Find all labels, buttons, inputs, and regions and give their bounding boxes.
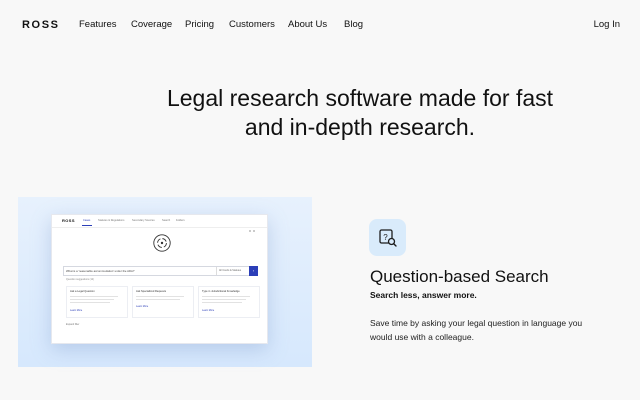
hero-title-line-2: and in-depth research. — [244, 114, 476, 140]
mock-card-link: Learn More — [70, 309, 83, 312]
nav-blog[interactable]: Blog — [344, 19, 363, 30]
feature-subtitle: Search less, answer more. — [370, 290, 477, 300]
mock-filter: All Courts & Statutes — [216, 267, 248, 275]
hero-title-line-1: Legal research software made for fast — [166, 85, 554, 111]
nav-about-us[interactable]: About Us — [288, 19, 327, 30]
mock-card-title: Ask Specialized Requests — [136, 290, 166, 293]
logo[interactable]: ROSS — [22, 19, 60, 31]
mock-card-title: Type in Jurisdictional Knowledge — [202, 290, 240, 293]
mock-search-query: What is a 'reasonable accommodation' und… — [66, 268, 135, 273]
question-search-icon-glyph: ? — [379, 229, 397, 247]
mock-tab-statutes: Statutes & Regulations — [98, 218, 125, 222]
mock-topbar: ROSS Cases Statutes & Regulations Second… — [52, 215, 267, 232]
feature-description: Save time by asking your legal question … — [370, 318, 583, 342]
nav-customers[interactable]: Customers — [229, 19, 275, 30]
nav-pricing[interactable]: Pricing — [185, 19, 214, 30]
mock-card: Type in Jurisdictional Knowledge Learn M… — [198, 286, 260, 318]
svg-text:?: ? — [383, 233, 388, 242]
mock-tab-cases: Cases — [83, 218, 91, 222]
nav-features[interactable]: Features — [79, 19, 117, 30]
mock-card-title: Ask a Legal Question — [70, 290, 95, 293]
mock-tab-secondary: Secondary Sources — [132, 218, 155, 222]
feature-title: Question-based Search — [370, 267, 549, 286]
mock-tab-search: Search — [162, 218, 171, 222]
mock-footer: Expand filter — [66, 323, 80, 326]
search-question-icon — [153, 234, 171, 252]
mock-tab-folders: Folders — [176, 218, 185, 222]
login-link[interactable]: Log In — [594, 19, 620, 30]
mock-tab-underline — [82, 225, 92, 226]
mock-hint: Question suggestions (12) — [66, 278, 94, 281]
mock-card: Ask a Legal Question Learn More — [66, 286, 128, 318]
product-screenshot: ROSS Cases Statutes & Regulations Second… — [51, 214, 268, 344]
question-search-icon: ? — [369, 219, 406, 256]
mock-card-link: Learn More — [136, 305, 149, 308]
mock-card-link: Learn More — [202, 309, 215, 312]
nav-coverage[interactable]: Coverage — [131, 19, 172, 30]
mock-menu-dots — [249, 219, 259, 232]
mock-logo: ROSS — [62, 218, 75, 223]
product-screenshot-panel: ROSS Cases Statutes & Regulations Second… — [18, 197, 312, 367]
top-nav: ROSS Features Coverage Pricing Customers… — [0, 0, 640, 50]
mock-card: Ask Specialized Requests Learn More — [132, 286, 194, 318]
mock-cards: Ask a Legal Question Learn More Ask Spec… — [66, 286, 260, 318]
mock-search-bar: What is a 'reasonable accommodation' und… — [63, 266, 258, 276]
hero-title: Legal research software made for fast an… — [0, 84, 640, 142]
mock-search-button: › — [249, 266, 258, 276]
